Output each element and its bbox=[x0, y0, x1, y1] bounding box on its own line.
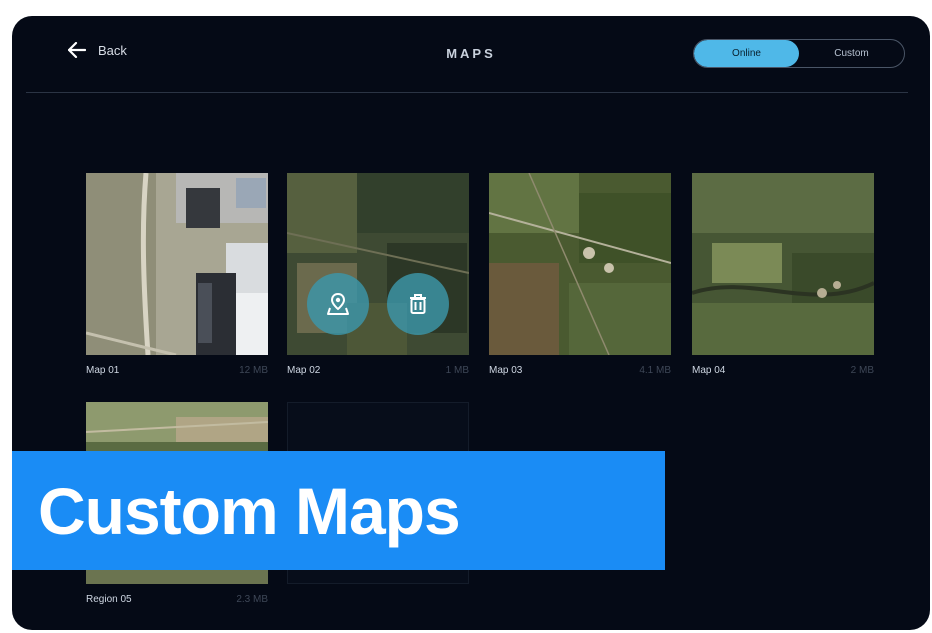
map-thumbnail[interactable] bbox=[86, 173, 268, 355]
map-size: 2 MB bbox=[850, 365, 874, 376]
trash-icon bbox=[410, 294, 426, 314]
map-card: Map 01 12 MB bbox=[86, 173, 268, 376]
map-name: Map 02 bbox=[287, 365, 321, 376]
toggle-online[interactable]: Online bbox=[694, 40, 799, 67]
delete-map-button[interactable] bbox=[387, 273, 449, 335]
map-size: 2.3 MB bbox=[236, 594, 268, 605]
banner-text: Custom Maps bbox=[38, 473, 461, 548]
map-name: Map 04 bbox=[692, 365, 726, 376]
map-thumbnail[interactable] bbox=[287, 173, 469, 355]
map-card: Map 03 4.1 MB bbox=[489, 173, 671, 376]
map-pin-icon bbox=[327, 292, 349, 315]
source-toggle: Online Custom bbox=[693, 39, 905, 68]
map-thumbnail[interactable] bbox=[692, 173, 874, 355]
map-name: Region 05 bbox=[86, 594, 132, 605]
top-bar: Back MAPS Online Custom bbox=[12, 16, 930, 94]
map-size: 12 MB bbox=[239, 365, 268, 376]
toggle-custom[interactable]: Custom bbox=[799, 40, 904, 67]
map-action-button[interactable] bbox=[307, 273, 369, 335]
map-card: Map 02 1 MB bbox=[287, 173, 469, 376]
map-name: Map 03 bbox=[489, 365, 523, 376]
map-size: 4.1 MB bbox=[639, 365, 671, 376]
header-divider bbox=[26, 92, 908, 93]
map-thumbnail[interactable] bbox=[489, 173, 671, 355]
map-size: 1 MB bbox=[445, 365, 469, 376]
title-banner: Custom Maps bbox=[12, 451, 665, 570]
map-name: Map 01 bbox=[86, 365, 120, 376]
map-card: Map 04 2 MB bbox=[692, 173, 874, 376]
